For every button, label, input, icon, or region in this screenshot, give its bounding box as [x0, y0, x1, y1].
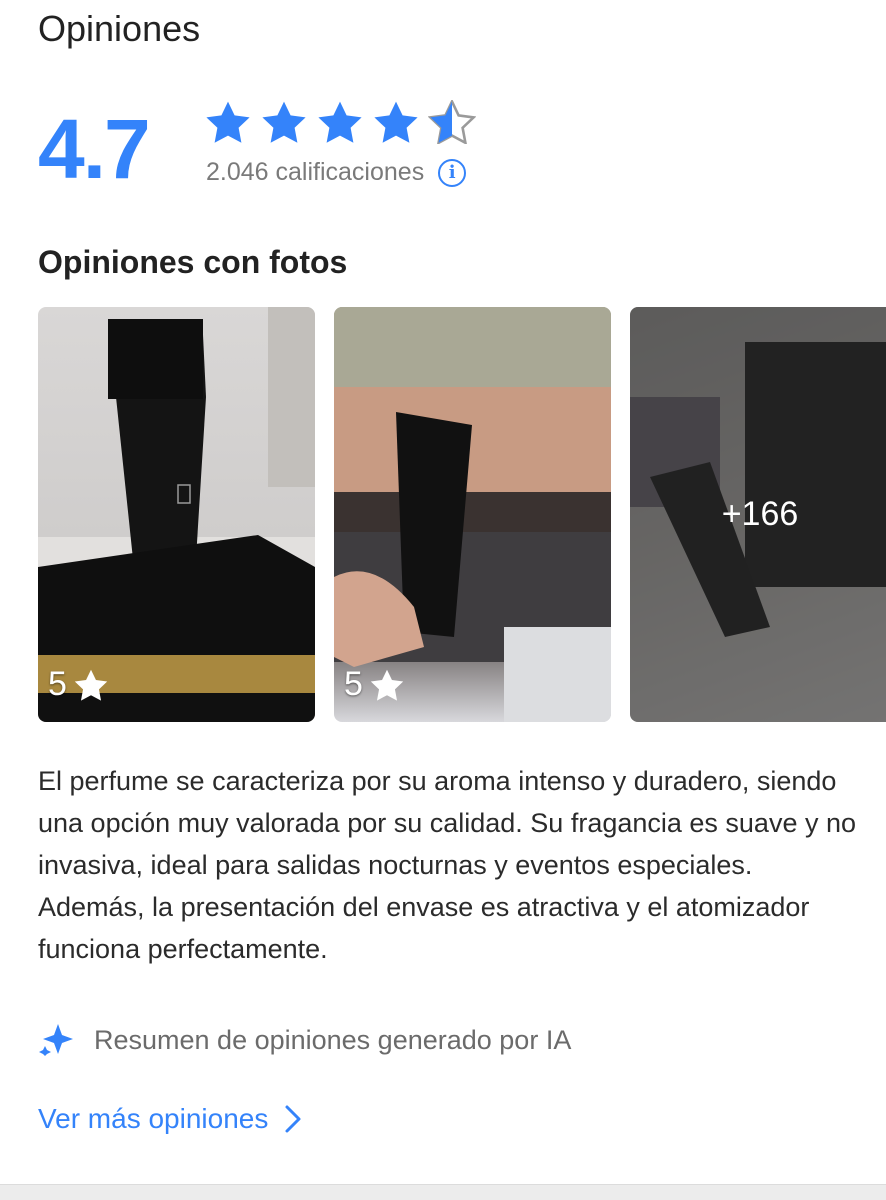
photo-rating-value: 5	[48, 665, 67, 703]
star-full-icon	[318, 101, 362, 143]
section-title: Opiniones	[38, 8, 201, 49]
bottom-divider	[0, 1184, 886, 1200]
see-more-reviews-link[interactable]: Ver más opiniones	[38, 1102, 304, 1136]
review-summary: El perfume se caracteriza por su aroma i…	[38, 766, 857, 964]
rating-count-row: 2.046 calificaciones i	[206, 158, 467, 187]
star-icon	[74, 669, 108, 701]
photo-rating-value: 5	[344, 665, 363, 703]
rating-value: 4.7	[38, 102, 151, 196]
perfume-bottle-image	[334, 307, 611, 722]
more-photos-count: +166	[721, 495, 799, 533]
star-full-icon	[374, 101, 418, 143]
ai-summary-text: Resumen de opiniones generado por IA	[94, 1024, 572, 1055]
review-photo[interactable]: 5	[334, 307, 611, 722]
review-photos-carousel[interactable]: 5 5 +166	[38, 307, 886, 722]
chevron-right-icon	[285, 1105, 301, 1133]
star-full-icon	[262, 101, 306, 143]
star-half-icon	[428, 100, 476, 144]
review-photo[interactable]: 5	[38, 307, 315, 722]
review-photo-more[interactable]: +166	[630, 307, 886, 722]
rating-summary: 4.7 2.046 calificaciones i	[38, 100, 838, 200]
rating-stars	[204, 100, 476, 144]
ai-summary-label: Resumen de opiniones generado por IA	[38, 1022, 571, 1058]
perfume-bottle-image	[38, 307, 315, 722]
star-icon	[370, 669, 404, 701]
sparkle-icon	[39, 1024, 73, 1056]
photos-section-title: Opiniones con fotos	[38, 244, 348, 280]
rating-count: 2.046 calificaciones	[206, 158, 425, 186]
photo-rating-badge: 5	[344, 665, 405, 704]
info-icon[interactable]: i	[438, 158, 467, 187]
more-photos-overlay[interactable]: +166	[630, 307, 886, 722]
photo-rating-badge: 5	[48, 665, 109, 704]
see-more-reviews-label[interactable]: Ver más opiniones	[38, 1103, 268, 1135]
star-full-icon	[206, 101, 250, 143]
